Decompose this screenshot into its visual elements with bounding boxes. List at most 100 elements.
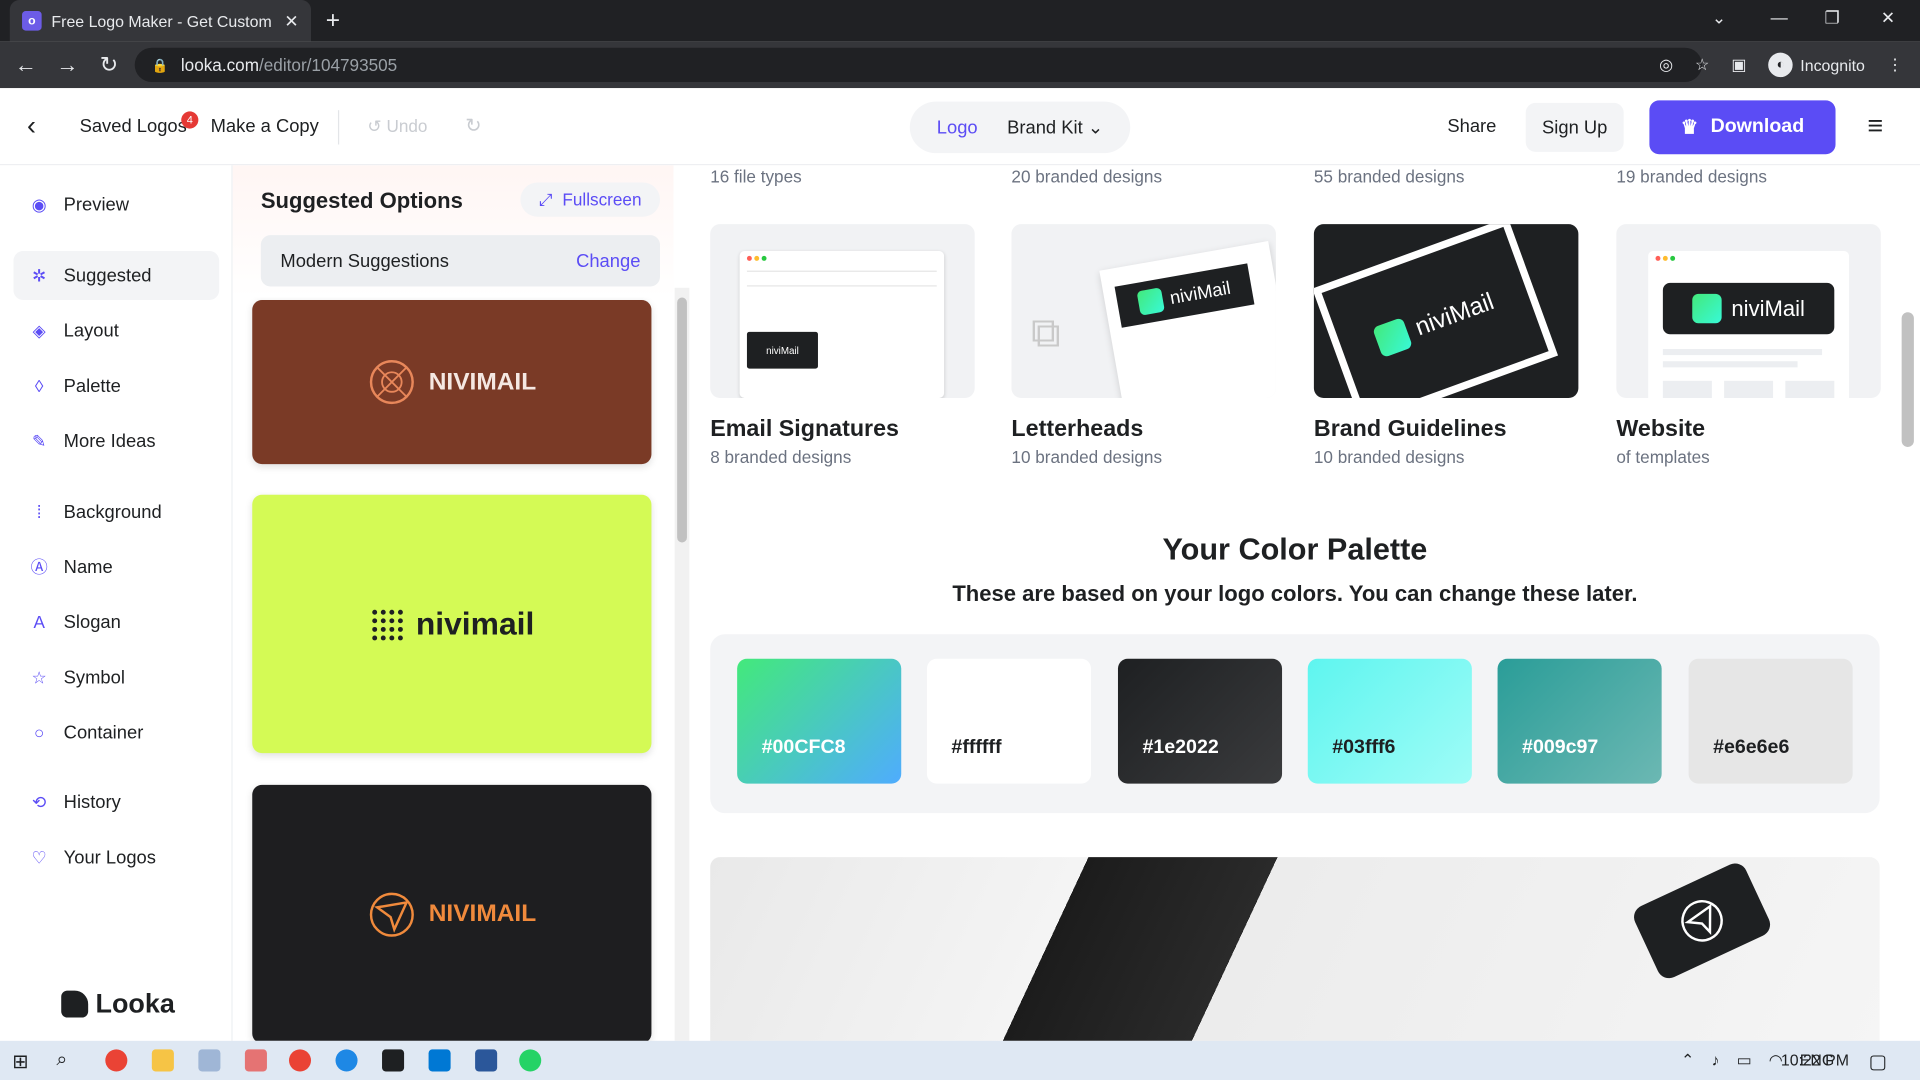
- sidebar-item-slogan[interactable]: A Slogan: [13, 598, 219, 647]
- window-close-icon[interactable]: ✕: [1881, 7, 1895, 28]
- chrome-icon[interactable]: [105, 1049, 128, 1072]
- browser-tab-bar: o Free Logo Maker - Get Custom Lo ✕ + ⌄ …: [0, 0, 1920, 42]
- word-icon[interactable]: [475, 1049, 498, 1072]
- drop-icon: ◊: [34, 375, 44, 396]
- color-palette: #00CFC8 #ffffff #1e2022 #03fff6 #009c97 …: [710, 634, 1880, 814]
- main-scrollbar-thumb[interactable]: [1901, 312, 1914, 447]
- sidebar-item-background[interactable]: ⁞ Background: [13, 487, 219, 536]
- search-icon[interactable]: ⌕: [56, 1049, 78, 1071]
- back-arrow-icon[interactable]: ←: [5, 52, 47, 78]
- battery-icon[interactable]: ▭: [1737, 1051, 1752, 1071]
- make-copy-link[interactable]: Make a Copy: [211, 116, 319, 137]
- minimize-icon[interactable]: —: [1771, 7, 1788, 27]
- file-explorer-icon[interactable]: [151, 1049, 174, 1072]
- app-icon[interactable]: [198, 1049, 221, 1072]
- thumb-brand: niviMail: [746, 331, 818, 369]
- color-swatch[interactable]: #1e2022: [1117, 658, 1283, 784]
- redo-icon[interactable]: ↻: [465, 114, 481, 138]
- volume-icon[interactable]: ♪: [1711, 1051, 1719, 1071]
- sidebar-item-palette[interactable]: ◊ Palette: [13, 361, 219, 410]
- sidebar-item-label: Layout: [63, 320, 119, 342]
- whatsapp-icon[interactable]: [519, 1049, 542, 1072]
- email-signatures-thumbnail[interactable]: niviMail: [710, 224, 975, 398]
- clock[interactable]: 10:22 PM: [1781, 1051, 1849, 1069]
- category-title[interactable]: Letterheads: [1011, 416, 1143, 443]
- sign-up-button[interactable]: Sign Up: [1525, 102, 1624, 152]
- browser-tab[interactable]: o Free Logo Maker - Get Custom Lo ✕: [9, 0, 312, 42]
- sidebar-item-preview[interactable]: ◉ Preview: [13, 180, 219, 229]
- panel-scrollbar-thumb[interactable]: [677, 297, 687, 543]
- side-panel-icon[interactable]: ▣: [1731, 55, 1746, 75]
- brand-kit-label: Brand Kit: [1007, 117, 1083, 139]
- incognito-profile[interactable]: ◐ Incognito: [1768, 52, 1865, 78]
- bookmark-star-icon[interactable]: ☆: [1695, 55, 1709, 75]
- snip-icon[interactable]: [244, 1049, 267, 1072]
- download-button[interactable]: ♛ Download: [1649, 100, 1836, 155]
- brand-guidelines-thumbnail[interactable]: niviMail: [1313, 224, 1579, 398]
- category-title[interactable]: Email Signatures: [710, 416, 899, 443]
- forward-arrow-icon[interactable]: →: [47, 52, 89, 78]
- color-swatch[interactable]: #03fff6: [1307, 658, 1472, 784]
- chevron-up-icon[interactable]: ⌃: [1681, 1051, 1694, 1071]
- sidebar-item-suggested[interactable]: ✲ Suggested: [13, 251, 220, 301]
- notifications-icon[interactable]: ▢: [1869, 1049, 1891, 1073]
- new-tab-icon[interactable]: +: [326, 7, 340, 35]
- suggestion-style-label: Modern Suggestions: [280, 250, 449, 272]
- main-scrollbar[interactable]: [1897, 165, 1920, 1041]
- sidebar-item-layout[interactable]: ◈ Layout: [13, 306, 219, 355]
- tab-close-icon[interactable]: ✕: [284, 10, 298, 31]
- share-button[interactable]: Share: [1447, 116, 1496, 137]
- logo-suggestion-card[interactable]: nivimail: [252, 494, 652, 754]
- suggestion-style-selector: Modern Suggestions Change: [260, 235, 661, 287]
- category-subtitle: 10 branded designs: [1011, 446, 1163, 467]
- sidebar-item-more-ideas[interactable]: ✎ More Ideas: [13, 416, 219, 465]
- color-swatch[interactable]: #ffffff: [926, 658, 1092, 784]
- profile-label: Incognito: [1800, 55, 1865, 75]
- eye-icon: ◉: [31, 194, 47, 214]
- category-title[interactable]: Website: [1616, 416, 1705, 443]
- sidebar-item-symbol[interactable]: ☆ Symbol: [13, 653, 219, 702]
- tab-search-icon[interactable]: ⌄: [1712, 7, 1726, 28]
- chrome-active-icon[interactable]: [288, 1049, 312, 1072]
- sidebar-item-container[interactable]: ○ Container: [13, 708, 219, 757]
- sidebar-item-history[interactable]: ⟲ History: [13, 778, 219, 827]
- category-subtitle: 20 branded designs: [1011, 166, 1163, 187]
- sidebar-item-label: Symbol: [63, 666, 125, 688]
- undo-button[interactable]: ↺ Undo: [367, 116, 427, 137]
- letterheads-thumbnail[interactable]: niviMail ⧉: [1011, 224, 1276, 398]
- color-swatch[interactable]: #00CFC8: [737, 658, 902, 784]
- restore-icon[interactable]: ❐: [1825, 7, 1840, 28]
- logo-suggestion-card[interactable]: NIVIMAIL: [252, 784, 652, 1041]
- chrome-menu-icon[interactable]: ⋮: [1887, 55, 1903, 75]
- swatch-label: #03fff6: [1332, 737, 1396, 758]
- fullscreen-button[interactable]: ⤢ Fullscreen: [520, 182, 661, 217]
- edge-icon[interactable]: [335, 1049, 358, 1072]
- logo-suggestion-card[interactable]: NIVIMAIL: [252, 300, 652, 465]
- windows-start-icon[interactable]: ⊞: [12, 1049, 34, 1073]
- logo-wordmark: nivimail: [415, 604, 535, 642]
- category-title[interactable]: Brand Guidelines: [1314, 416, 1507, 443]
- tab-brand-kit[interactable]: Brand Kit ⌄: [1007, 116, 1104, 139]
- panel-scrollbar[interactable]: [674, 287, 690, 1041]
- suggested-options-header: Suggested Options ⤢ Fullscreen Modern Sug…: [232, 165, 674, 298]
- website-thumbnail[interactable]: niviMail: [1616, 224, 1881, 398]
- color-swatch[interactable]: #009c97: [1497, 658, 1662, 784]
- terminal-icon[interactable]: [382, 1049, 405, 1072]
- panel-title: Suggested Options: [260, 188, 463, 214]
- sidebar-item-your-logos[interactable]: ♡ Your Logos: [13, 833, 219, 882]
- sidebar-item-name[interactable]: Ⓐ Name: [13, 542, 219, 591]
- saved-logos-link[interactable]: Saved Logos: [80, 116, 187, 137]
- category-subtitle: 55 branded designs: [1313, 166, 1465, 187]
- hamburger-menu-icon[interactable]: ≡: [1867, 110, 1883, 142]
- url-field[interactable]: 🔒 looka.com/editor/104793505: [134, 47, 1703, 83]
- eye-off-icon[interactable]: ◎: [1659, 55, 1673, 75]
- thumb-brand: niviMail: [1168, 277, 1233, 309]
- sidebar-item-label: Preview: [63, 194, 130, 215]
- back-chevron-icon[interactable]: ‹: [27, 110, 36, 142]
- tab-logo[interactable]: Logo: [937, 117, 978, 138]
- chevron-down-icon: ⌄: [1087, 117, 1104, 139]
- color-swatch[interactable]: #e6e6e6: [1688, 658, 1853, 784]
- vscode-icon[interactable]: [428, 1049, 451, 1072]
- reload-icon[interactable]: ↻: [88, 52, 130, 78]
- change-style-link[interactable]: Change: [576, 250, 640, 271]
